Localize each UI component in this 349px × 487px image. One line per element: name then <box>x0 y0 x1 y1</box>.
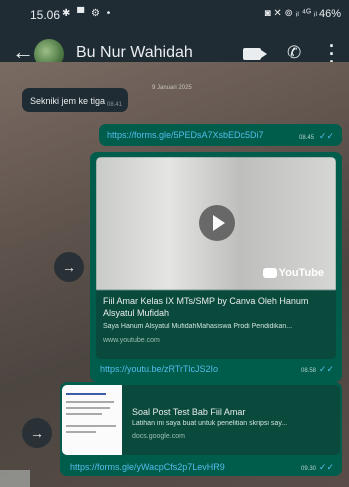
contact-name[interactable]: Bu Nur Wahidah <box>76 44 193 62</box>
message-time: 09.30 <box>300 466 316 472</box>
link-preview-card[interactable]: Soal Post Test Bab Fiil Amar Latihan ini… <box>62 385 340 455</box>
thumbnail-line <box>66 407 110 409</box>
forward-icon[interactable]: → <box>22 418 52 448</box>
status-time: 15.06 <box>30 8 61 22</box>
preview-title: Soal Post Test Bab Fiil Amar <box>132 407 246 417</box>
phone-icon[interactable]: ✆ <box>287 43 301 63</box>
incoming-message[interactable]: Sekniki jem ke tiga 08.41 <box>22 88 128 112</box>
preview-domain: docs.google.com <box>132 433 185 440</box>
preview-domain: www.youtube.com <box>103 337 160 344</box>
outgoing-message[interactable]: https://forms.gle/5PEDsA7XsbEDc5Di7 08.4… <box>99 124 342 146</box>
message-text: Sekniki jem ke tiga <box>30 96 106 106</box>
thumbnail-line <box>66 431 96 433</box>
video-call-icon[interactable] <box>243 48 267 60</box>
arrow-left-icon[interactable]: ← <box>12 41 34 63</box>
preview-title: Fiil Amar Kelas IX MTs/SMP by Canva Oleh… <box>103 296 309 318</box>
thumbnail-line <box>66 401 114 403</box>
message-link[interactable]: https://forms.gle/yWacpCfs2p7LevHR9 <box>70 462 225 472</box>
read-receipt-icon: ✓✓ <box>318 131 334 141</box>
signal-icons: ◙ ✕ ⊚ ᵢₗ ⁴ᴳ ᵢₗ <box>264 8 317 19</box>
document-thumbnail <box>62 385 122 455</box>
battery-level: 46% <box>318 8 341 20</box>
outgoing-link-preview-message[interactable]: Soal Post Test Bab Fiil Amar Latihan ini… <box>60 382 342 476</box>
youtube-wordmark: YouTube <box>278 267 324 279</box>
notification-icons: ✱ ▀ ⚙ • <box>62 8 113 19</box>
message-time: 08.45 <box>298 135 314 141</box>
date-chip: 9 Januari 2025 <box>152 85 192 91</box>
screen-edge-artifact <box>0 470 30 487</box>
read-receipt-icon: ✓✓ <box>318 364 334 374</box>
preview-description: Saya Hanum Alsyatul MufidahMahasiswa Pro… <box>103 323 293 330</box>
read-receipt-icon: ✓✓ <box>318 462 334 472</box>
thumbnail-line <box>66 425 116 427</box>
forward-icon[interactable]: → <box>54 252 84 282</box>
outgoing-link-preview-message[interactable]: YouTube Fiil Amar Kelas IX MTs/SMP by Ca… <box>90 152 342 382</box>
link-preview-card[interactable]: YouTube Fiil Amar Kelas IX MTs/SMP by Ca… <box>96 157 336 359</box>
message-time: 08.41 <box>106 102 122 108</box>
thumbnail-line <box>66 393 106 395</box>
play-icon[interactable] <box>199 205 235 241</box>
preview-description: Latihan ini saya buat untuk penelitian s… <box>132 420 288 427</box>
message-link[interactable]: https://forms.gle/5PEDsA7XsbEDc5Di7 <box>107 130 264 140</box>
thumbnail-line <box>66 413 102 415</box>
status-bar: 15.06 ✱ ▀ ⚙ • ◙ ✕ ⊚ ᵢₗ ⁴ᴳ ᵢₗ 46% <box>0 0 349 30</box>
youtube-icon <box>262 268 277 279</box>
message-time: 08.58 <box>300 368 316 374</box>
youtube-logo: YouTube <box>262 267 324 279</box>
message-link[interactable]: https://youtu.be/zRTrTlcJS2Io <box>100 364 218 374</box>
